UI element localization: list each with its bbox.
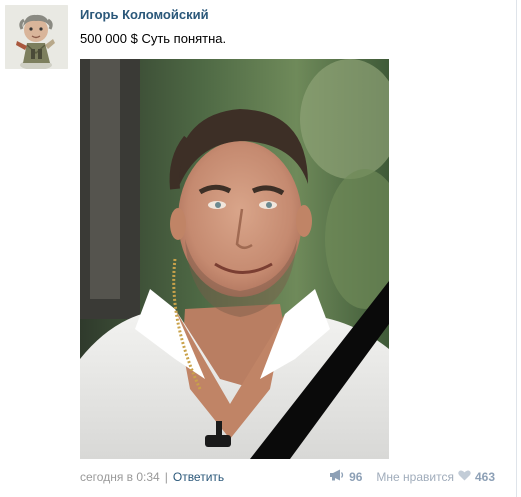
like-count: 463 (474, 469, 495, 484)
author-name-link[interactable]: Игорь Коломойский (80, 7, 209, 22)
feed-divider (516, 0, 517, 497)
post-footer: сегодня в 0:34 | Ответить (80, 470, 224, 484)
reply-link[interactable]: Ответить (173, 470, 224, 484)
like-button[interactable]: Мне нравится 463 (376, 470, 495, 484)
like-label: Мне нравится (376, 469, 454, 484)
heart-icon (458, 470, 475, 484)
footer-separator: | (164, 470, 168, 484)
share-count: 96 (349, 469, 363, 484)
author-avatar[interactable] (5, 5, 68, 69)
post-text: 500 000 $ Суть понятна. (80, 31, 227, 46)
wall-post: Игорь Коломойский 500 000 $ Суть понятна… (0, 0, 521, 497)
share-button[interactable]: 96 (329, 469, 362, 484)
post-photo[interactable] (80, 59, 389, 459)
megaphone-icon (329, 469, 349, 484)
post-timestamp[interactable]: сегодня в 0:34 (80, 470, 160, 484)
post-actions: 96 Мне нравится 463 (329, 469, 495, 484)
